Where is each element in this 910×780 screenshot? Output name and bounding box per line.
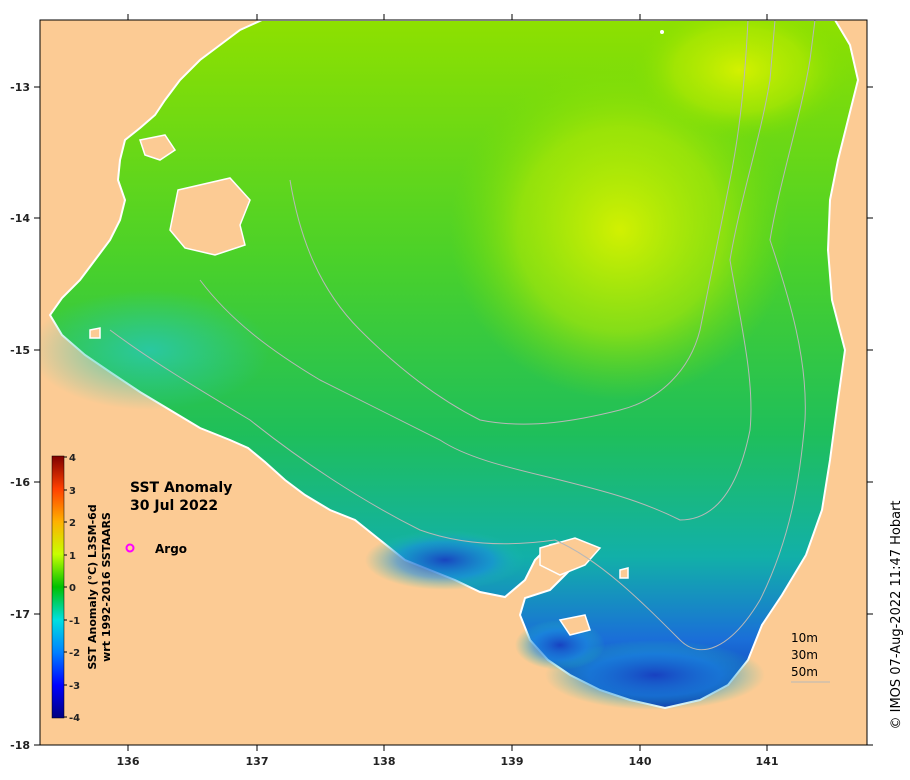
map-title: SST Anomaly — [130, 480, 232, 496]
cold-anomaly-patch — [515, 620, 605, 670]
y-tick-label: -14 — [10, 212, 30, 225]
y-tick-label: -15 — [10, 344, 30, 357]
colorbar-tick-label: 0 — [69, 583, 76, 594]
x-tick-label: 138 — [373, 755, 396, 768]
argo-float-marker — [660, 30, 664, 34]
map-plot-area — [40, 20, 867, 745]
x-tick-label: 141 — [756, 755, 779, 768]
y-tick-label: -13 — [10, 81, 30, 94]
colorbar-tick-label: -4 — [69, 713, 80, 724]
contour-label-30m: 30m — [791, 648, 818, 662]
argo-legend-label: Argo — [155, 542, 187, 556]
colorbar-tick-label: 1 — [69, 551, 76, 562]
colorbar-tick-label: 2 — [69, 518, 76, 529]
colorbar-title: SST Anomaly (°C) L3SM-6d — [86, 504, 99, 669]
map-date: 30 Jul 2022 — [130, 498, 218, 514]
colorbar-scale — [51, 455, 65, 719]
colorbar-tick-label: 3 — [69, 486, 76, 497]
x-tick-label: 139 — [501, 755, 524, 768]
y-tick-label: -18 — [10, 739, 30, 752]
y-axis-labels: -13 -14 -15 -16 -17 -18 — [10, 81, 30, 752]
x-tick-label: 140 — [629, 755, 652, 768]
cold-anomaly-patch — [365, 530, 525, 590]
colorbar-tick-label: -2 — [69, 648, 80, 659]
x-axis-labels: 136 137 138 139 140 141 — [117, 755, 779, 768]
sst-anomaly-map: 136 137 138 139 140 141 -13 -14 -15 -16 … — [10, 14, 904, 768]
x-tick-label: 137 — [246, 755, 269, 768]
colorbar-tick-label: -3 — [69, 681, 80, 692]
copyright-credit: © IMOS 07-Aug-2022 11:47 Hobart — [889, 500, 904, 729]
y-tick-label: -17 — [10, 608, 30, 621]
colorbar-tick-label: -1 — [69, 616, 80, 627]
cool-anomaly-west — [40, 290, 270, 410]
y-tick-label: -16 — [10, 476, 30, 489]
contour-label-10m: 10m — [791, 631, 818, 645]
colorbar-subtitle: wrt 1992-2016 SSTAARS — [100, 512, 113, 662]
x-tick-label: 136 — [117, 755, 140, 768]
contour-label-50m: 50m — [791, 665, 818, 679]
colorbar-tick-label: 4 — [69, 453, 76, 464]
